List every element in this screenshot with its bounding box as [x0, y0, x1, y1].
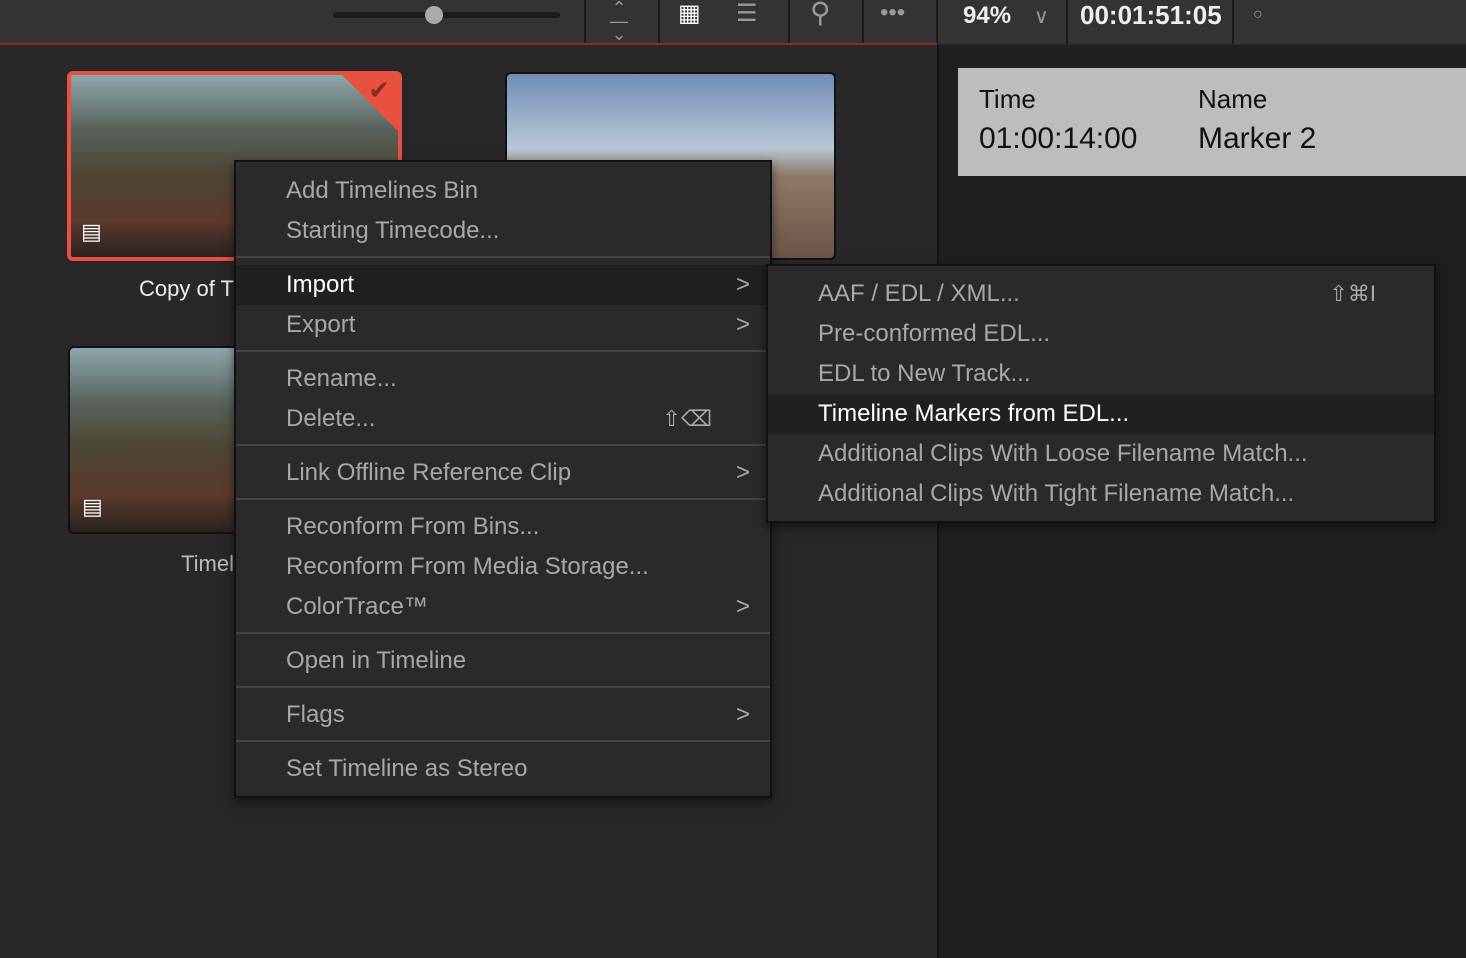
chevron-right-icon: >: [735, 271, 750, 298]
label: Reconform From Bins...: [286, 513, 540, 540]
dot-icon[interactable]: ○: [1253, 0, 1263, 30]
chevron-right-icon: >: [735, 593, 750, 620]
separator: [236, 686, 770, 688]
timeline-icon: ▤: [82, 494, 103, 519]
label: Flags: [286, 701, 345, 728]
marker-info: Time 01:00:14:00 Name Marker 2: [958, 68, 1466, 176]
checkmark-icon: ✔: [368, 75, 390, 105]
submenu-item-aaf-edl-xml[interactable]: AAF / EDL / XML... ⇧⌘I: [768, 274, 1434, 314]
menu-item-colortrace[interactable]: ColorTrace™ >: [236, 587, 770, 627]
submenu-item-tight-filename-match[interactable]: Additional Clips With Tight Filename Mat…: [768, 474, 1434, 514]
label: Rename...: [286, 365, 397, 392]
zoom-level[interactable]: 94%: [963, 2, 1011, 30]
menu-item-import[interactable]: Import >: [236, 265, 770, 305]
name-value: Marker 2: [1198, 122, 1317, 155]
divider: [936, 0, 938, 44]
menu-item-reconform-from-media-storage[interactable]: Reconform From Media Storage...: [236, 547, 770, 587]
label: Timeline Markers from EDL...: [818, 400, 1130, 427]
context-menu: Add Timelines Bin Starting Timecode... I…: [234, 160, 772, 798]
timecode: 00:01:51:05: [1080, 0, 1222, 30]
label: Link Offline Reference Clip: [286, 459, 572, 486]
submenu-item-timeline-markers-from-edl[interactable]: Timeline Markers from EDL...: [768, 394, 1434, 434]
label: Import: [286, 271, 355, 298]
menu-item-export[interactable]: Export >: [236, 305, 770, 345]
submenu-item-edl-to-new-track[interactable]: EDL to New Track...: [768, 354, 1434, 394]
menu-item-starting-timecode[interactable]: Starting Timecode...: [236, 211, 770, 251]
separator: [236, 498, 770, 500]
label: AAF / EDL / XML...: [818, 280, 1020, 307]
thumbnail-label[interactable]: Copy of T: [139, 276, 234, 302]
more-icon[interactable]: •••: [880, 0, 905, 28]
divider: [658, 0, 660, 44]
divider: [1066, 0, 1068, 44]
panel-active-indicator: [0, 43, 937, 45]
label: Open in Timeline: [286, 647, 467, 674]
list-view-icon[interactable]: ☰: [736, 0, 758, 29]
label: Export: [286, 311, 356, 338]
sort-icon[interactable]: ⌃ — ⌄: [610, 0, 628, 43]
separator: [236, 256, 770, 258]
label: Set Timeline as Stereo: [286, 755, 528, 782]
menu-item-reconform-from-bins[interactable]: Reconform From Bins...: [236, 507, 770, 547]
separator: [236, 740, 770, 742]
separator: [236, 444, 770, 446]
divider: [862, 0, 864, 44]
menu-item-flags[interactable]: Flags >: [236, 695, 770, 735]
thumbnail-size-slider[interactable]: [333, 6, 560, 24]
search-icon[interactable]: ⚲: [810, 0, 831, 28]
submenu-item-pre-conformed-edl[interactable]: Pre-conformed EDL...: [768, 314, 1434, 354]
name-label: Name: [1198, 84, 1268, 114]
label: Additional Clips With Tight Filename Mat…: [818, 480, 1295, 507]
time-value: 01:00:14:00: [979, 122, 1138, 155]
thumbnail-label[interactable]: Timel: [181, 551, 234, 577]
chevron-down-icon[interactable]: ∨: [1034, 2, 1049, 32]
menu-item-delete[interactable]: Delete... ⇧⌫: [236, 399, 770, 439]
chevron-right-icon: >: [735, 459, 750, 486]
grid-view-icon[interactable]: ▦: [678, 0, 701, 29]
timeline-icon: ▤: [81, 219, 102, 244]
import-submenu: AAF / EDL / XML... ⇧⌘I Pre-conformed EDL.…: [766, 264, 1436, 523]
label: Pre-conformed EDL...: [818, 320, 1051, 347]
label: Additional Clips With Loose Filename Mat…: [818, 440, 1308, 467]
submenu-item-loose-filename-match[interactable]: Additional Clips With Loose Filename Mat…: [768, 434, 1434, 474]
separator: [236, 632, 770, 634]
divider: [1232, 0, 1234, 44]
slider-knob[interactable]: [425, 6, 443, 24]
time-label: Time: [979, 84, 1036, 114]
divider: [788, 0, 790, 44]
shortcut: ⇧⌘I: [1329, 281, 1376, 306]
menu-item-link-offline-reference-clip[interactable]: Link Offline Reference Clip >: [236, 453, 770, 493]
label: EDL to New Track...: [818, 360, 1031, 387]
menu-item-rename[interactable]: Rename...: [236, 359, 770, 399]
separator: [236, 350, 770, 352]
menu-item-set-timeline-as-stereo[interactable]: Set Timeline as Stereo: [236, 749, 770, 789]
toolbar: ⌃ — ⌄ ▦ ☰ ⚲ ••• 94% ∨ 00:01:51:05 ○: [0, 0, 1466, 45]
menu-item-open-in-timeline[interactable]: Open in Timeline: [236, 641, 770, 681]
menu-item-add-timelines-bin[interactable]: Add Timelines Bin: [236, 171, 770, 211]
label: ColorTrace™: [286, 593, 428, 620]
chevron-right-icon: >: [735, 701, 750, 728]
label: Add Timelines Bin: [286, 177, 479, 204]
label: Starting Timecode...: [286, 217, 500, 244]
chevron-right-icon: >: [735, 311, 750, 338]
shortcut: ⇧⌫: [662, 406, 712, 431]
label: Delete...: [286, 405, 376, 432]
divider: [584, 0, 586, 44]
label: Reconform From Media Storage...: [286, 553, 649, 580]
